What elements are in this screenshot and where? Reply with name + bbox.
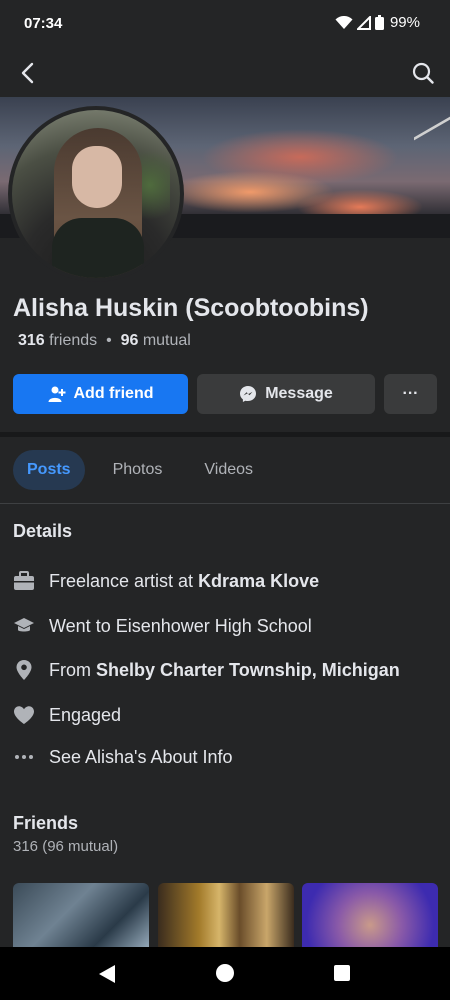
tab-posts[interactable]: Posts: [13, 450, 85, 490]
battery-icon: [374, 15, 384, 30]
status-icons: 99%: [335, 14, 420, 31]
add-person-icon: [48, 386, 65, 402]
friends-title[interactable]: Friends: [13, 813, 78, 834]
detail-relationship: Engaged: [13, 704, 121, 726]
work-place[interactable]: Kdrama Klove: [198, 571, 319, 591]
add-friend-label: Add friend: [73, 385, 154, 402]
back-arrow-icon: [21, 62, 34, 84]
graduation-cap-icon: [13, 615, 35, 637]
about-info-link[interactable]: See Alisha's About Info: [13, 746, 233, 768]
location-pin-icon: [13, 659, 35, 681]
relationship-text: Engaged: [49, 704, 122, 725]
search-icon: [412, 62, 434, 84]
about-info-text: See Alisha's About Info: [49, 746, 233, 767]
friends-label: friends: [49, 332, 98, 349]
add-friend-button[interactable]: Add friend: [13, 374, 188, 414]
status-time: 07:34: [24, 15, 63, 32]
friends-summary[interactable]: 316 friends • 96 mutual: [18, 332, 191, 350]
friend-photo[interactable]: [158, 883, 294, 953]
friend-photo[interactable]: [302, 883, 438, 953]
mutual-label: mutual: [142, 332, 191, 349]
friend-photo[interactable]: [13, 883, 149, 953]
message-label: Message: [265, 385, 333, 402]
back-button[interactable]: [12, 58, 42, 88]
friends-mutual-count: 316 (96 mutual): [13, 838, 119, 855]
status-bar: 07:34 99%: [0, 0, 450, 48]
messenger-icon: [240, 386, 257, 402]
tab-videos[interactable]: Videos: [190, 450, 267, 490]
detail-from: From Shelby Charter Township, Michigan: [13, 659, 400, 681]
detail-work: Freelance artist at Kdrama Klove: [13, 570, 319, 592]
heart-icon: [13, 704, 35, 726]
profile-tabs: Posts Photos Videos: [13, 450, 267, 490]
top-bar: [0, 48, 450, 98]
tabs-separator: [0, 503, 450, 504]
work-prefix: Freelance artist at: [49, 570, 199, 591]
system-nav-bar: [0, 947, 450, 1000]
section-divider: [0, 432, 450, 437]
more-dots-icon: [13, 746, 35, 768]
avatar: [12, 110, 180, 278]
mutual-count: 96: [120, 332, 139, 349]
nav-back-icon[interactable]: [98, 964, 116, 984]
more-icon: ···: [402, 385, 419, 402]
search-button[interactable]: [408, 58, 438, 88]
signal-icon: [356, 15, 371, 30]
profile-picture[interactable]: [8, 106, 184, 282]
tab-photos[interactable]: Photos: [99, 450, 177, 490]
avatar-face: [72, 146, 122, 208]
from-prefix: From: [49, 659, 96, 680]
battery-percent: 99%: [389, 14, 420, 31]
wifi-icon: [335, 15, 353, 29]
message-button[interactable]: Message: [197, 374, 375, 414]
detail-education: Went to Eisenhower High School: [13, 615, 312, 637]
from-place[interactable]: Shelby Charter Township, Michigan: [96, 660, 400, 680]
avatar-shirt: [52, 218, 144, 278]
friends-count: 316: [18, 332, 45, 349]
more-options-button[interactable]: ···: [384, 374, 437, 414]
separator-dot: •: [106, 332, 112, 349]
profile-name: Alisha Huskin (Scoobtoobins): [13, 294, 369, 322]
nav-recents-icon[interactable]: [334, 965, 350, 981]
details-title: Details: [13, 521, 73, 541]
education-text: Went to Eisenhower High School: [49, 615, 312, 636]
nav-home-icon[interactable]: [216, 964, 234, 982]
briefcase-icon: [13, 570, 35, 592]
cover-roof: [414, 116, 450, 178]
